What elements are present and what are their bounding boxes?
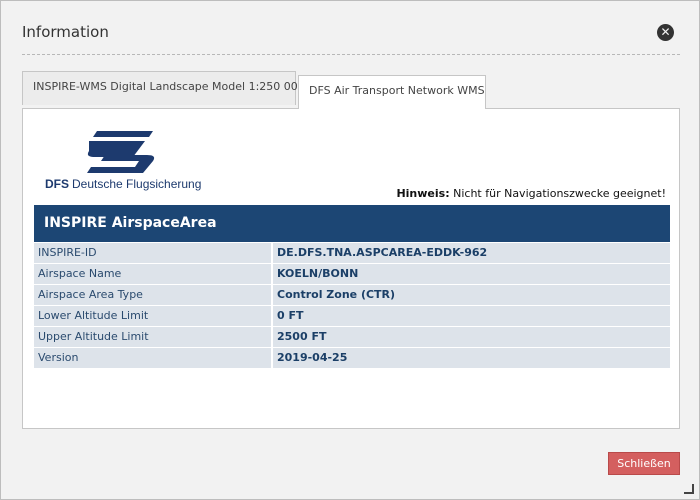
row-value: 2019-04-25 bbox=[273, 348, 670, 368]
tab-dfs-air-transport[interactable]: DFS Air Transport Network WMS bbox=[298, 75, 486, 109]
info-dialog: Information ✕ INSPIRE-WMS Digital Landsc… bbox=[0, 0, 700, 500]
row-value: 0 FT bbox=[273, 306, 670, 326]
row-key: Airspace Name bbox=[34, 264, 271, 284]
table-row: Lower Altitude Limit 0 FT bbox=[34, 306, 670, 326]
row-key: Version bbox=[34, 348, 271, 368]
resize-handle-icon[interactable] bbox=[684, 484, 694, 494]
attribute-table: INSPIRE-ID DE.DFS.TNA.ASPCAREA-EDDK-962 … bbox=[34, 243, 670, 369]
row-key: Upper Altitude Limit bbox=[34, 327, 271, 347]
row-key: Airspace Area Type bbox=[34, 285, 271, 305]
hint-label: Hinweis: bbox=[396, 187, 450, 200]
table-row: Upper Altitude Limit 2500 FT bbox=[34, 327, 670, 347]
logo-wordmark: DFS Deutsche Flugsicherung bbox=[45, 177, 201, 191]
table-header: INSPIRE AirspaceArea bbox=[34, 205, 670, 242]
table-row: INSPIRE-ID DE.DFS.TNA.ASPCAREA-EDDK-962 bbox=[34, 243, 670, 263]
close-button[interactable]: Schließen bbox=[608, 452, 680, 475]
row-value: 2500 FT bbox=[273, 327, 670, 347]
hint-text: Nicht für Navigationszwecke geeignet! bbox=[453, 187, 666, 200]
tab-inspire-wms[interactable]: INSPIRE-WMS Digital Landscape Model 1:25… bbox=[22, 71, 305, 105]
navigation-hint: Hinweis: Nicht für Navigationszwecke gee… bbox=[396, 187, 666, 200]
dialog-title: Information bbox=[22, 23, 109, 41]
title-divider bbox=[22, 54, 680, 55]
logo-name: Deutsche Flugsicherung bbox=[72, 177, 202, 191]
row-value: KOELN/BONN bbox=[273, 264, 670, 284]
tab-panel: DFS Deutsche Flugsicherung Hinweis: Nicht… bbox=[22, 108, 680, 429]
row-key: INSPIRE-ID bbox=[34, 243, 271, 263]
close-icon[interactable]: ✕ bbox=[657, 24, 674, 41]
table-row: Airspace Area Type Control Zone (CTR) bbox=[34, 285, 670, 305]
logo-brand: DFS bbox=[45, 177, 69, 191]
table-row: Version 2019-04-25 bbox=[34, 348, 670, 368]
row-key: Lower Altitude Limit bbox=[34, 306, 271, 326]
table-row: Airspace Name KOELN/BONN bbox=[34, 264, 670, 284]
row-value: DE.DFS.TNA.ASPCAREA-EDDK-962 bbox=[273, 243, 670, 263]
tab-label: INSPIRE-WMS Digital Landscape Model 1:25… bbox=[33, 80, 305, 93]
tab-label: DFS Air Transport Network WMS bbox=[309, 84, 485, 97]
row-value: Control Zone (CTR) bbox=[273, 285, 670, 305]
dfs-logo: DFS Deutsche Flugsicherung bbox=[35, 121, 201, 195]
